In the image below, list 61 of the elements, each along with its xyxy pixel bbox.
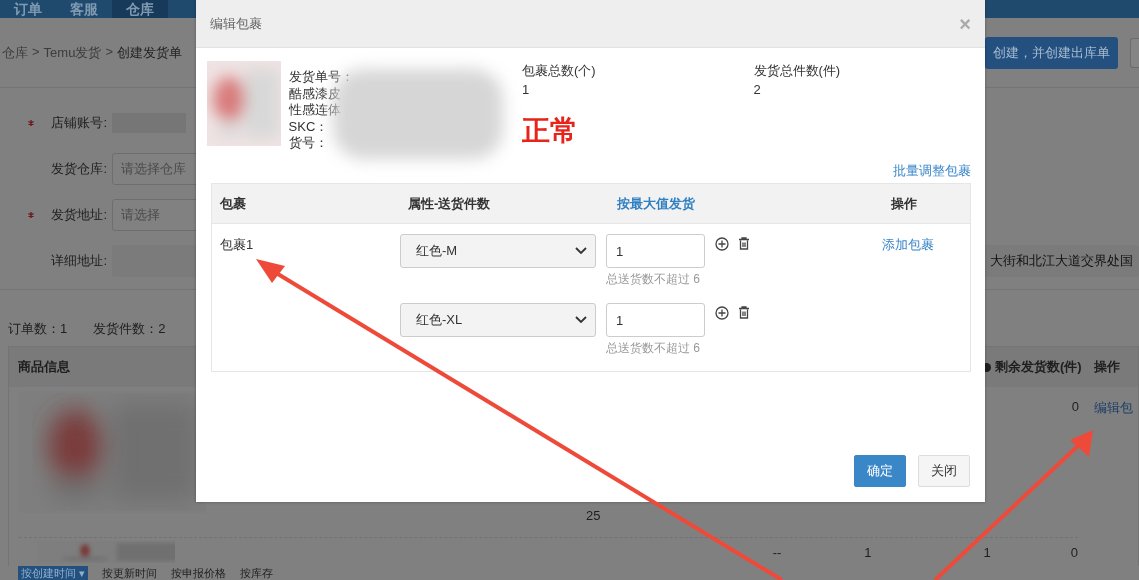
attribute-select[interactable]: 红色-M [400, 234, 596, 268]
table-cell: -- [772, 544, 782, 560]
breadcrumb-link[interactable]: 仓库 [2, 43, 28, 62]
stat-label: 包裹总数(个) [522, 62, 597, 80]
package-name: 包裹1 [220, 236, 255, 254]
summary-text: 订单数：1 [8, 320, 68, 338]
dialog-title: 编辑包裹 [210, 14, 262, 33]
hint-text: 总送货数不超过 6 [606, 271, 701, 288]
edit-package-link[interactable]: 编辑包 [1079, 399, 1138, 417]
sort-option[interactable]: 按申报价格 [170, 565, 226, 580]
batch-adjust-link[interactable]: 批量调整包裹 [893, 162, 971, 180]
field-label: 详细地址: [51, 252, 108, 270]
chevron-icon [575, 316, 587, 324]
column-header: 操作 [891, 194, 918, 213]
nav-tab[interactable]: 仓库 [112, 0, 168, 18]
table-cell-text: 0 [1070, 399, 1079, 416]
column-header: 操作 [1094, 358, 1121, 376]
column-header: 包裹 [220, 194, 247, 213]
delete-icon[interactable] [738, 237, 750, 250]
chevron-icon [575, 247, 587, 255]
confirm-button[interactable]: 确定 [854, 455, 906, 487]
field-label: 店铺账号: [51, 114, 108, 132]
sort-option[interactable]: 按创建时间 ▾ [18, 565, 88, 580]
breadcrumb-separator: > [105, 43, 113, 61]
table-cell: 0 [1070, 544, 1078, 560]
delete-icon[interactable] [738, 306, 750, 319]
breadcrumb-current: 创建发货单 [117, 43, 182, 62]
column-header: 属性-送货件数 [408, 194, 492, 213]
add-icon[interactable] [715, 237, 729, 251]
status-text: 正常 [522, 114, 578, 148]
breadcrumb-link[interactable]: Temu发货 [43, 43, 102, 62]
max-ship-link[interactable]: 按最大值发货 [617, 194, 891, 213]
stat-label: 发货总件数(件) [753, 62, 842, 80]
hint-text: 总送货数不超过 6 [606, 340, 701, 357]
nav-tab[interactable]: 订单 [0, 0, 56, 18]
quantity-input[interactable]: 1 [606, 303, 705, 337]
create-button[interactable]: 创建，并创建出库单 [985, 36, 1118, 69]
close-button[interactable]: 关闭 [918, 455, 970, 487]
add-icon[interactable] [715, 306, 729, 320]
field-label: 发货仓库: [51, 160, 108, 178]
product-info: 酷感漆皮 [288, 85, 342, 102]
attribute-select[interactable]: 红色-XL [400, 303, 596, 337]
nav-tab[interactable]: 客服 [56, 0, 112, 18]
table-cell-text: 25 [586, 508, 602, 525]
column-header: 商品信息 [17, 358, 71, 376]
column-header: 剩余发货数(件) [995, 358, 1082, 376]
sort-option[interactable]: 按库存 [239, 565, 273, 580]
summary-text: 发货件数：2 [93, 320, 166, 338]
breadcrumb-separator: > [32, 43, 40, 61]
table-cell: 1 [864, 544, 872, 560]
product-info: 货号： [288, 135, 329, 152]
quantity-input[interactable]: 1 [606, 234, 705, 268]
table-cell: 1 [983, 544, 991, 560]
stat-value: 1 [522, 81, 531, 99]
product-info: 发货单号： [288, 69, 355, 86]
field-label: 发货地址: [51, 206, 108, 224]
sort-option[interactable]: 按更新时间 [101, 565, 157, 580]
stat-value: 2 [753, 81, 762, 99]
product-info: 性感连体 [288, 102, 342, 119]
add-package-link[interactable]: 添加包裹 [882, 234, 970, 254]
product-info: SKC： [288, 118, 330, 135]
